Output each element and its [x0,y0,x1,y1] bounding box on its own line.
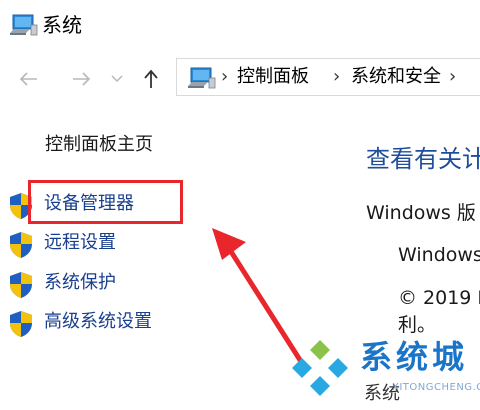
window-title: 系统 [42,13,82,37]
system-window: 系统 › 控制面板 › 系统和安全 › 控制面板主页 设备管理器 远程设置 系统… [0,0,480,410]
title-bar: 系统 [0,0,480,50]
shield-icon [10,311,32,337]
windows-edition-label: Windows 版 [366,202,476,224]
breadcrumb-system-security[interactable]: 系统和安全 [351,65,441,89]
chevron-down-icon [111,75,123,83]
control-panel-home-link[interactable]: 控制面板主页 [45,132,153,158]
sidebar-item-system-protection[interactable]: 系统保护 [8,269,198,299]
back-button[interactable] [14,64,44,94]
highlight-box-annotation [28,180,183,224]
up-arrow-icon [144,69,158,88]
back-arrow-icon [19,72,37,86]
shield-icon [10,232,32,258]
computer-monitor-icon [188,67,216,89]
watermark-logo-icon [292,340,348,396]
sidebar-item-label: 系统保护 [44,272,116,293]
sidebar-item-label: 远程设置 [44,232,116,253]
forward-button[interactable] [66,64,96,94]
shield-icon [10,272,32,298]
up-button[interactable] [136,64,166,94]
breadcrumb-separator: › [333,66,341,87]
sidebar-item-label: 高级系统设置 [44,311,152,332]
watermark-url: XITONGCHENG.COM [392,382,480,393]
recent-locations-button[interactable] [106,64,128,94]
copyright-text-continued: 利。 [398,314,437,336]
address-bar[interactable]: › 控制面板 › 系统和安全 › [176,58,480,96]
computer-monitor-icon [10,14,38,36]
breadcrumb-separator: › [221,66,229,87]
navigation-bar: › 控制面板 › 系统和安全 › [0,56,480,102]
sidebar-item-remote-settings[interactable]: 远程设置 [8,229,198,259]
breadcrumb-separator: › [449,66,457,87]
forward-arrow-icon [73,72,91,86]
windows-edition-value: Windows [398,244,480,266]
copyright-text: © 2019 M [398,287,480,309]
watermark-brand: 系统城 [360,338,469,376]
main-heading: 查看有关计 [366,145,480,173]
sidebar-item-advanced-system-settings[interactable]: 高级系统设置 [8,308,198,338]
breadcrumb-control-panel[interactable]: 控制面板 [237,65,309,89]
